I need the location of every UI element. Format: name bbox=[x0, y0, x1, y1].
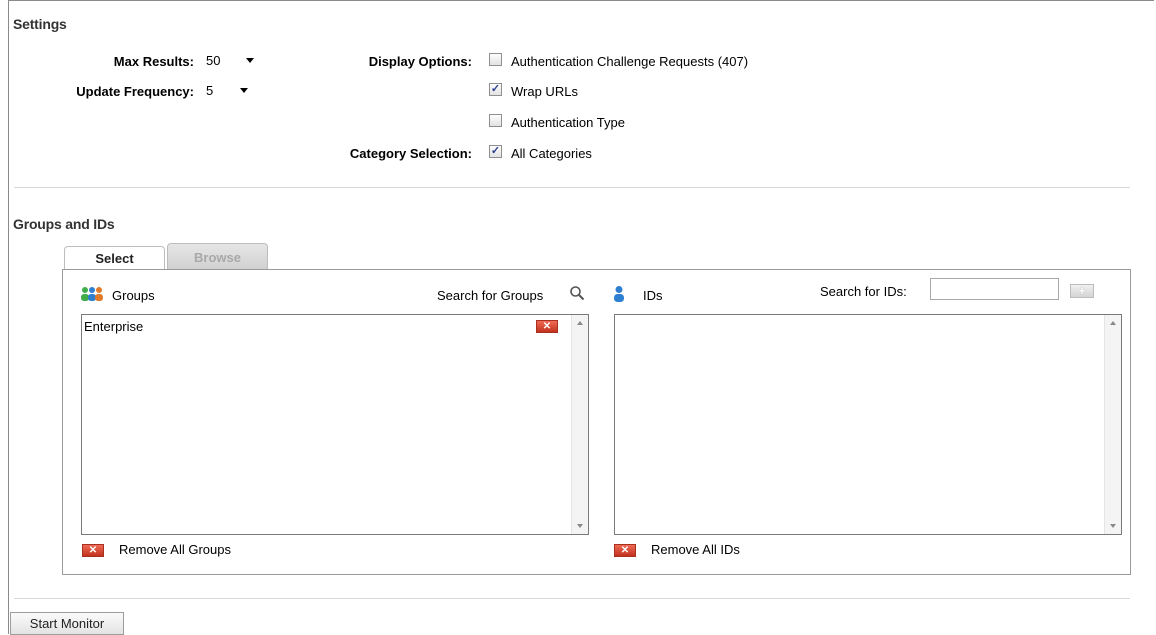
scroll-up-icon[interactable] bbox=[577, 321, 583, 325]
all-categories-label: All Categories bbox=[511, 146, 592, 161]
checkbox-wrap-urls[interactable]: ✓ bbox=[489, 83, 502, 96]
search-groups-label: Search for Groups bbox=[437, 288, 544, 303]
auth-challenge-label: Authentication Challenge Requests (407) bbox=[511, 54, 749, 69]
red-x-icon[interactable]: ✕ bbox=[536, 320, 558, 333]
groups-heading: Groups bbox=[112, 288, 155, 303]
groups-listbox[interactable]: Enterprise ✕ bbox=[81, 314, 589, 535]
scroll-up-icon[interactable] bbox=[1110, 321, 1116, 325]
tab-browse[interactable]: Browse bbox=[167, 243, 268, 270]
list-item[interactable]: Enterprise bbox=[84, 319, 143, 334]
check-icon: ✓ bbox=[490, 83, 501, 95]
scroll-down-icon[interactable] bbox=[577, 524, 583, 528]
max-results-label: Max Results: bbox=[113, 54, 194, 69]
red-x-icon[interactable]: ✕ bbox=[82, 544, 104, 557]
groups-ids-title: Groups and IDs bbox=[13, 216, 115, 232]
person-icon bbox=[612, 285, 626, 302]
search-ids-label: Search for IDs: bbox=[820, 284, 907, 299]
groups-scrollbar[interactable] bbox=[571, 315, 588, 534]
section-divider bbox=[14, 598, 1130, 599]
search-ids-input[interactable] bbox=[930, 278, 1059, 300]
ids-scrollbar[interactable] bbox=[1104, 315, 1121, 534]
chevron-down-icon bbox=[246, 58, 254, 63]
checkbox-auth-type[interactable] bbox=[489, 114, 502, 127]
start-monitor-button[interactable]: Start Monitor bbox=[10, 612, 124, 635]
plus-icon[interactable]: + bbox=[1070, 284, 1094, 298]
checkbox-auth-challenge[interactable] bbox=[489, 53, 502, 66]
scroll-down-icon[interactable] bbox=[1110, 524, 1116, 528]
remove-all-groups-link[interactable]: Remove All Groups bbox=[119, 542, 231, 557]
chevron-down-icon bbox=[240, 88, 248, 93]
max-results-select[interactable]: 50 bbox=[202, 50, 260, 70]
settings-title: Settings bbox=[13, 16, 67, 32]
wrap-urls-label: Wrap URLs bbox=[511, 84, 578, 99]
check-icon: ✓ bbox=[490, 145, 501, 157]
update-frequency-select[interactable]: 5 bbox=[202, 80, 254, 100]
update-frequency-label: Update Frequency: bbox=[76, 84, 194, 99]
checkbox-all-categories[interactable]: ✓ bbox=[489, 145, 502, 158]
red-x-icon[interactable]: ✕ bbox=[614, 544, 636, 557]
ids-heading: IDs bbox=[643, 288, 663, 303]
people-group-icon bbox=[80, 286, 114, 302]
display-options-label: Display Options: bbox=[368, 54, 472, 69]
max-results-value: 50 bbox=[206, 52, 221, 68]
ids-listbox[interactable] bbox=[614, 314, 1122, 535]
magnifier-icon[interactable] bbox=[569, 285, 585, 301]
remove-all-ids-link[interactable]: Remove All IDs bbox=[651, 542, 740, 557]
auth-type-label: Authentication Type bbox=[511, 115, 625, 130]
update-frequency-value: 5 bbox=[206, 82, 214, 98]
category-selection-label: Category Selection: bbox=[349, 146, 472, 161]
section-divider bbox=[14, 187, 1130, 188]
tab-select[interactable]: Select bbox=[64, 246, 165, 270]
